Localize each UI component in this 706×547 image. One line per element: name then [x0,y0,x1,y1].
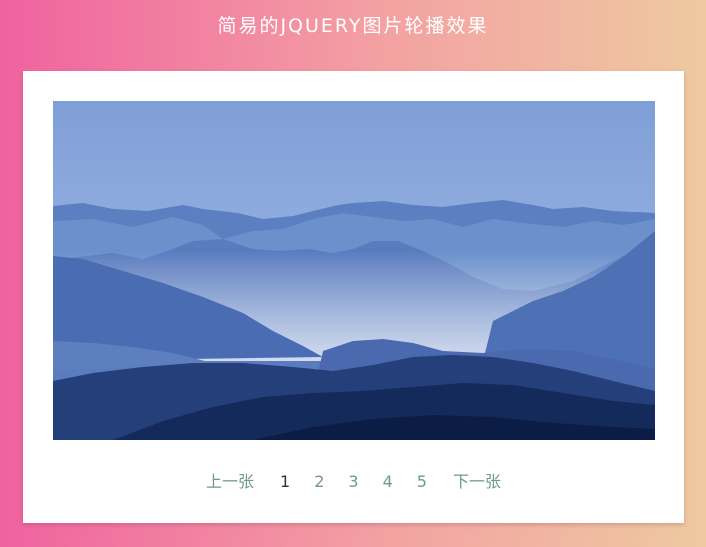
mountain-landscape-image [53,101,655,440]
prev-button[interactable]: 上一张 [206,469,254,495]
page-link-1[interactable]: 1 [280,469,290,495]
page-title: 简易的JQUERY图片轮播效果 [217,15,489,37]
carousel-slide-image[interactable] [53,101,655,440]
carousel-pager: 上一张 1 2 3 4 5 下一张 [23,469,684,495]
carousel-card: 上一张 1 2 3 4 5 下一张 [23,71,684,523]
page-link-5[interactable]: 5 [417,469,427,495]
page-link-3[interactable]: 3 [348,469,358,495]
page-link-4[interactable]: 4 [383,469,393,495]
page-link-2[interactable]: 2 [314,469,324,495]
next-button[interactable]: 下一张 [453,469,501,495]
